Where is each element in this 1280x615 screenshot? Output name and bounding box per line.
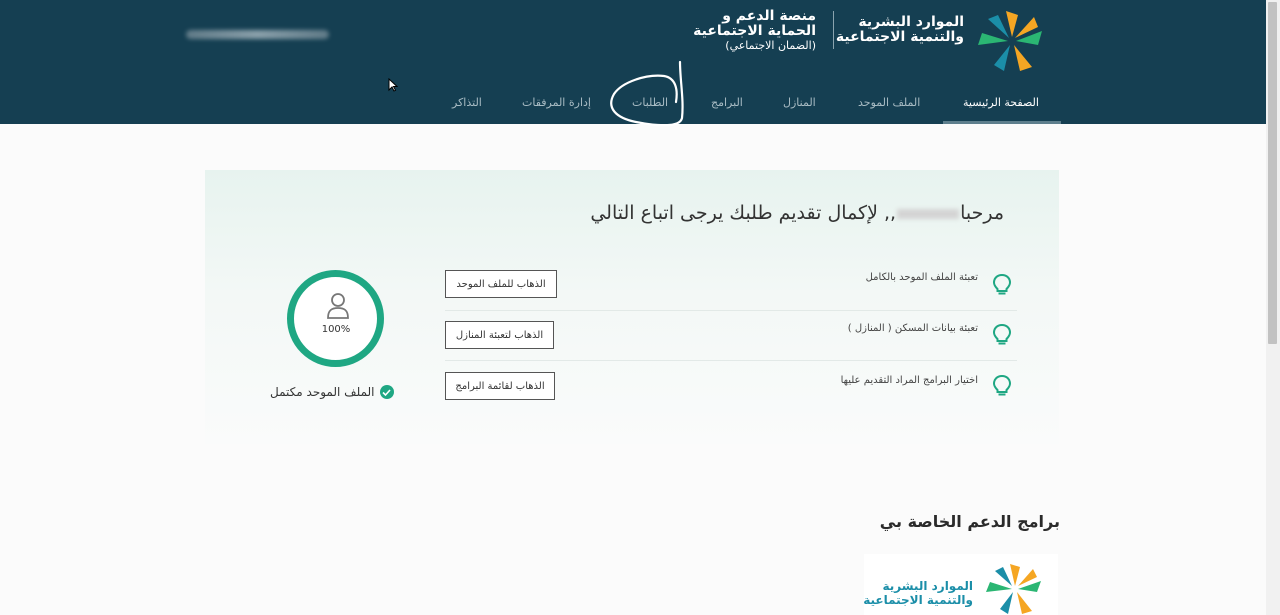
profile-status: الملف الموحد مكتمل — [270, 385, 394, 399]
nav-attachments[interactable]: إدارة المرفقات — [522, 96, 591, 111]
user-name-blurred-inline — [897, 208, 960, 219]
profile-status-text: الملف الموحد مكتمل — [270, 385, 375, 399]
welcome-prefix: مرحبا — [960, 202, 1004, 224]
step-3-text: اختيار البرامج المراد التقديم عليها — [840, 375, 978, 386]
nav-unified-file[interactable]: الملف الموحد — [858, 96, 920, 111]
ministry-logo[interactable] — [974, 10, 1050, 72]
platform-name: منصة الدعم و الحماية الاجتماعية (الضمان … — [693, 9, 816, 53]
lightbulb-icon — [992, 273, 1012, 295]
go-to-homes-button[interactable]: الذهاب لتعبئة المنازل — [445, 321, 554, 349]
welcome-heading: مرحبا ,, لإكمال تقديم طلبك يرجى اتباع الت… — [590, 202, 1004, 224]
welcome-suffix: ,, لإكمال تقديم طلبك يرجى اتباع التالي — [590, 202, 897, 224]
lightbulb-icon — [992, 374, 1012, 396]
ministry-line-2: والتنمية الاجتماعية — [835, 29, 964, 45]
ministry-logo — [986, 564, 1041, 614]
nav-home[interactable]: الصفحة الرئيسية — [963, 96, 1039, 111]
program-card-line-2: والتنمية الاجتماعية — [863, 593, 973, 607]
user-name-blurred[interactable] — [186, 30, 329, 39]
step-separator — [445, 310, 1017, 311]
program-card-ministry-name: الموارد البشرية والتنمية الاجتماعية — [863, 579, 973, 607]
user-icon — [327, 293, 349, 319]
step-2-text: تعبئة بيانات المسكن ( المنازل ) — [847, 323, 978, 334]
nav-homes[interactable]: المنازل — [783, 96, 816, 111]
programs-section-title: برامج الدعم الخاصة بي — [879, 512, 1060, 531]
check-circle-icon — [379, 385, 394, 399]
lightbulb-icon — [992, 323, 1012, 345]
active-nav-underline — [943, 121, 1061, 124]
step-separator — [445, 360, 1017, 361]
go-to-programs-list-button[interactable]: الذهاب لقائمة البرامج — [445, 372, 555, 400]
profile-progress-label: 100% — [321, 324, 351, 335]
hand-drawn-circle-annotation — [610, 60, 684, 127]
ministry-line-1: الموارد البشرية — [858, 14, 964, 30]
platform-line-1: منصة الدعم و — [722, 8, 816, 24]
header-divider — [833, 11, 834, 49]
mouse-cursor-icon — [388, 78, 398, 92]
scrollbar-thumb[interactable] — [1268, 2, 1277, 344]
program-card-line-1: الموارد البشرية — [882, 579, 973, 593]
platform-line-3: (الضمان الاجتماعي) — [725, 39, 816, 52]
step-1-text: تعبئة الملف الموحد بالكامل — [865, 272, 978, 283]
go-to-unified-file-button[interactable]: الذهاب للملف الموحد — [445, 270, 557, 298]
nav-programs[interactable]: البرامج — [711, 96, 743, 111]
nav-tickets[interactable]: التذاكر — [452, 96, 482, 111]
ministry-name: الموارد البشرية والتنمية الاجتماعية — [836, 15, 964, 45]
platform-line-2: الحماية الاجتماعية — [693, 23, 816, 39]
